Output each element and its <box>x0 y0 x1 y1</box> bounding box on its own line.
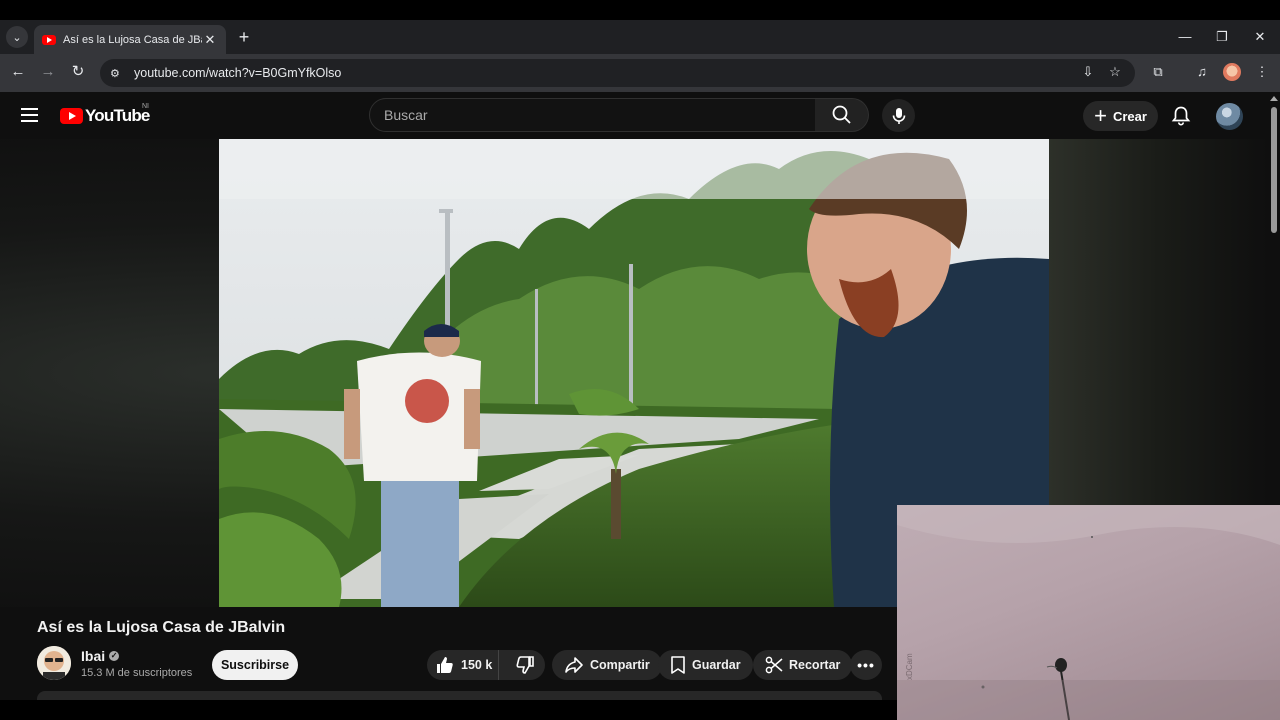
search-button[interactable] <box>815 98 869 132</box>
create-button[interactable]: + Crear <box>1083 101 1158 131</box>
subscriber-count: 15.3 M de suscriptores <box>81 667 193 679</box>
restore-window-icon[interactable]: ❐ <box>1212 27 1232 47</box>
site-settings-icon[interactable]: ⚙ <box>110 67 126 80</box>
bookmark-star-icon[interactable]: ☆ <box>1105 62 1125 82</box>
youtube-favicon-icon <box>42 34 56 45</box>
thumbs-up-icon <box>437 657 453 673</box>
youtube-logo[interactable]: YouTube NI <box>60 103 150 126</box>
logo-wordmark: YouTube <box>85 106 150 125</box>
tab-strip: ⌄ Así es la Lujosa Casa de JBalvin ✕ + —… <box>0 20 1280 54</box>
clip-label: Recortar <box>789 658 841 672</box>
tab-search-chevron-icon[interactable]: ⌄ <box>6 26 28 48</box>
install-app-icon[interactable]: ⇩ <box>1078 62 1098 82</box>
like-button[interactable]: 150 k <box>427 650 500 680</box>
channel-avatar[interactable] <box>37 646 71 680</box>
subscribe-button[interactable]: Suscribirse <box>212 650 298 680</box>
youtube-play-icon <box>60 108 83 124</box>
url-text: youtube.com/watch?v=B0GmYfkOlso <box>134 66 342 80</box>
bookmark-icon <box>671 656 685 674</box>
save-label: Guardar <box>692 658 741 672</box>
share-arrow-icon <box>565 657 583 673</box>
channel-name[interactable]: Ibai ✓ <box>81 648 120 664</box>
browser-tab[interactable]: Así es la Lujosa Casa de JBalvin ✕ <box>34 25 226 54</box>
save-button[interactable]: Guardar <box>658 650 753 680</box>
share-label: Compartir <box>590 658 650 672</box>
browser-toolbar: ← → ↻ ⚙ youtube.com/watch?v=B0GmYfkOlso … <box>0 54 1280 92</box>
microphone-icon <box>892 107 905 124</box>
like-dislike-group: 150 k <box>427 650 545 680</box>
new-tab-plus-icon[interactable]: + <box>234 26 254 48</box>
media-controls-icon[interactable]: ♫ <box>1192 62 1212 82</box>
scrollbar-thumb[interactable] <box>1271 107 1277 233</box>
minimize-icon[interactable]: — <box>1175 27 1195 47</box>
account-avatar[interactable] <box>1216 103 1243 130</box>
webcam-overlay <box>897 505 1280 720</box>
verified-check-icon: ✓ <box>109 651 120 661</box>
forward-arrow-icon[interactable]: → <box>38 62 58 82</box>
more-actions-icon[interactable]: ••• <box>850 650 882 680</box>
search-icon <box>832 105 851 124</box>
browser-menu-icon[interactable]: ⋮ <box>1252 62 1272 82</box>
top-letterbox <box>0 0 1280 20</box>
voice-search-button[interactable] <box>882 99 915 132</box>
scissors-icon <box>765 656 783 674</box>
country-code: NI <box>142 103 149 110</box>
extensions-puzzle-icon[interactable]: ⧉ <box>1148 62 1168 82</box>
screen: ⌄ Así es la Lujosa Casa de JBalvin ✕ + —… <box>0 0 1280 720</box>
video-title: Así es la Lujosa Casa de JBalvin <box>37 619 286 636</box>
search-input[interactable] <box>384 107 815 123</box>
back-arrow-icon[interactable]: ← <box>8 62 28 82</box>
tab-title: Así es la Lujosa Casa de JBalvin <box>63 33 202 46</box>
scroll-up-arrow-icon[interactable] <box>1270 96 1278 101</box>
clip-button[interactable]: Recortar <box>753 650 853 680</box>
search-field[interactable] <box>369 98 816 132</box>
webcam-feed <box>897 505 1280 720</box>
plus-icon: + <box>1094 103 1107 128</box>
close-window-icon[interactable]: ✕ <box>1250 27 1270 47</box>
tab-close-icon[interactable]: ✕ <box>202 32 218 48</box>
menu-hamburger-icon[interactable] <box>21 108 38 122</box>
address-bar[interactable]: ⚙ youtube.com/watch?v=B0GmYfkOlso <box>100 59 1135 87</box>
like-count: 150 k <box>461 658 493 672</box>
webcam-watermark: xDCam <box>905 653 914 680</box>
share-button[interactable]: Compartir <box>552 650 662 680</box>
dislike-button[interactable] <box>505 655 545 675</box>
thumbs-down-icon <box>516 656 534 674</box>
channel-name-text: Ibai <box>81 648 106 664</box>
profile-avatar-icon[interactable] <box>1223 63 1241 81</box>
notifications-bell-icon[interactable] <box>1170 105 1192 127</box>
youtube-header: YouTube NI + Crear <box>0 92 1268 139</box>
reload-icon[interactable]: ↻ <box>68 62 88 82</box>
create-label: Crear <box>1112 108 1147 124</box>
